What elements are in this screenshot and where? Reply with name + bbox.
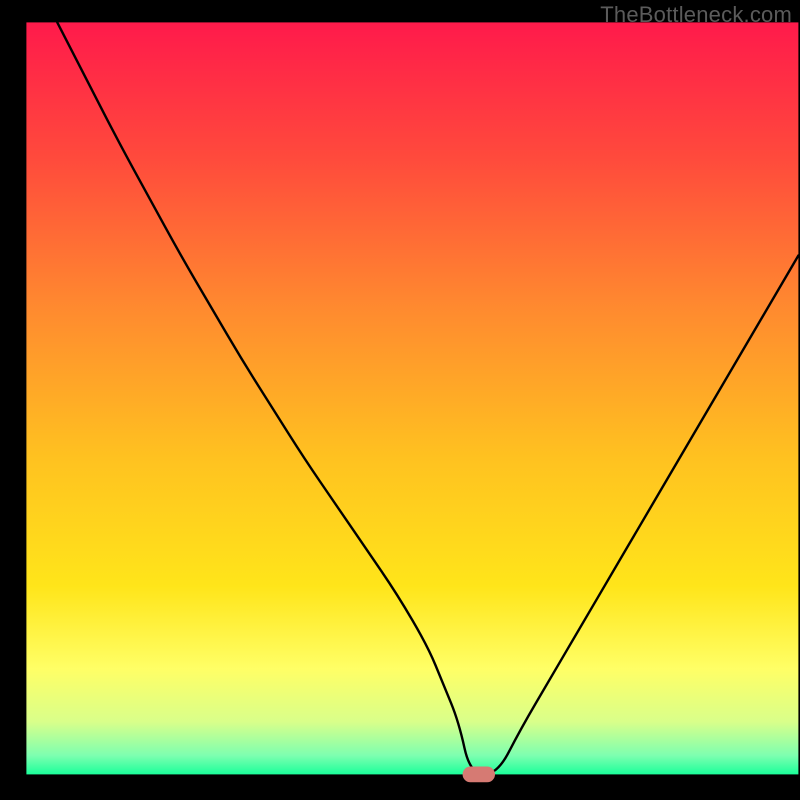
chart-frame: TheBottleneck.com — [0, 0, 800, 800]
optimal-marker — [463, 767, 495, 783]
plot-background — [26, 22, 798, 774]
bottleneck-chart — [0, 0, 800, 800]
watermark-text: TheBottleneck.com — [600, 2, 792, 28]
